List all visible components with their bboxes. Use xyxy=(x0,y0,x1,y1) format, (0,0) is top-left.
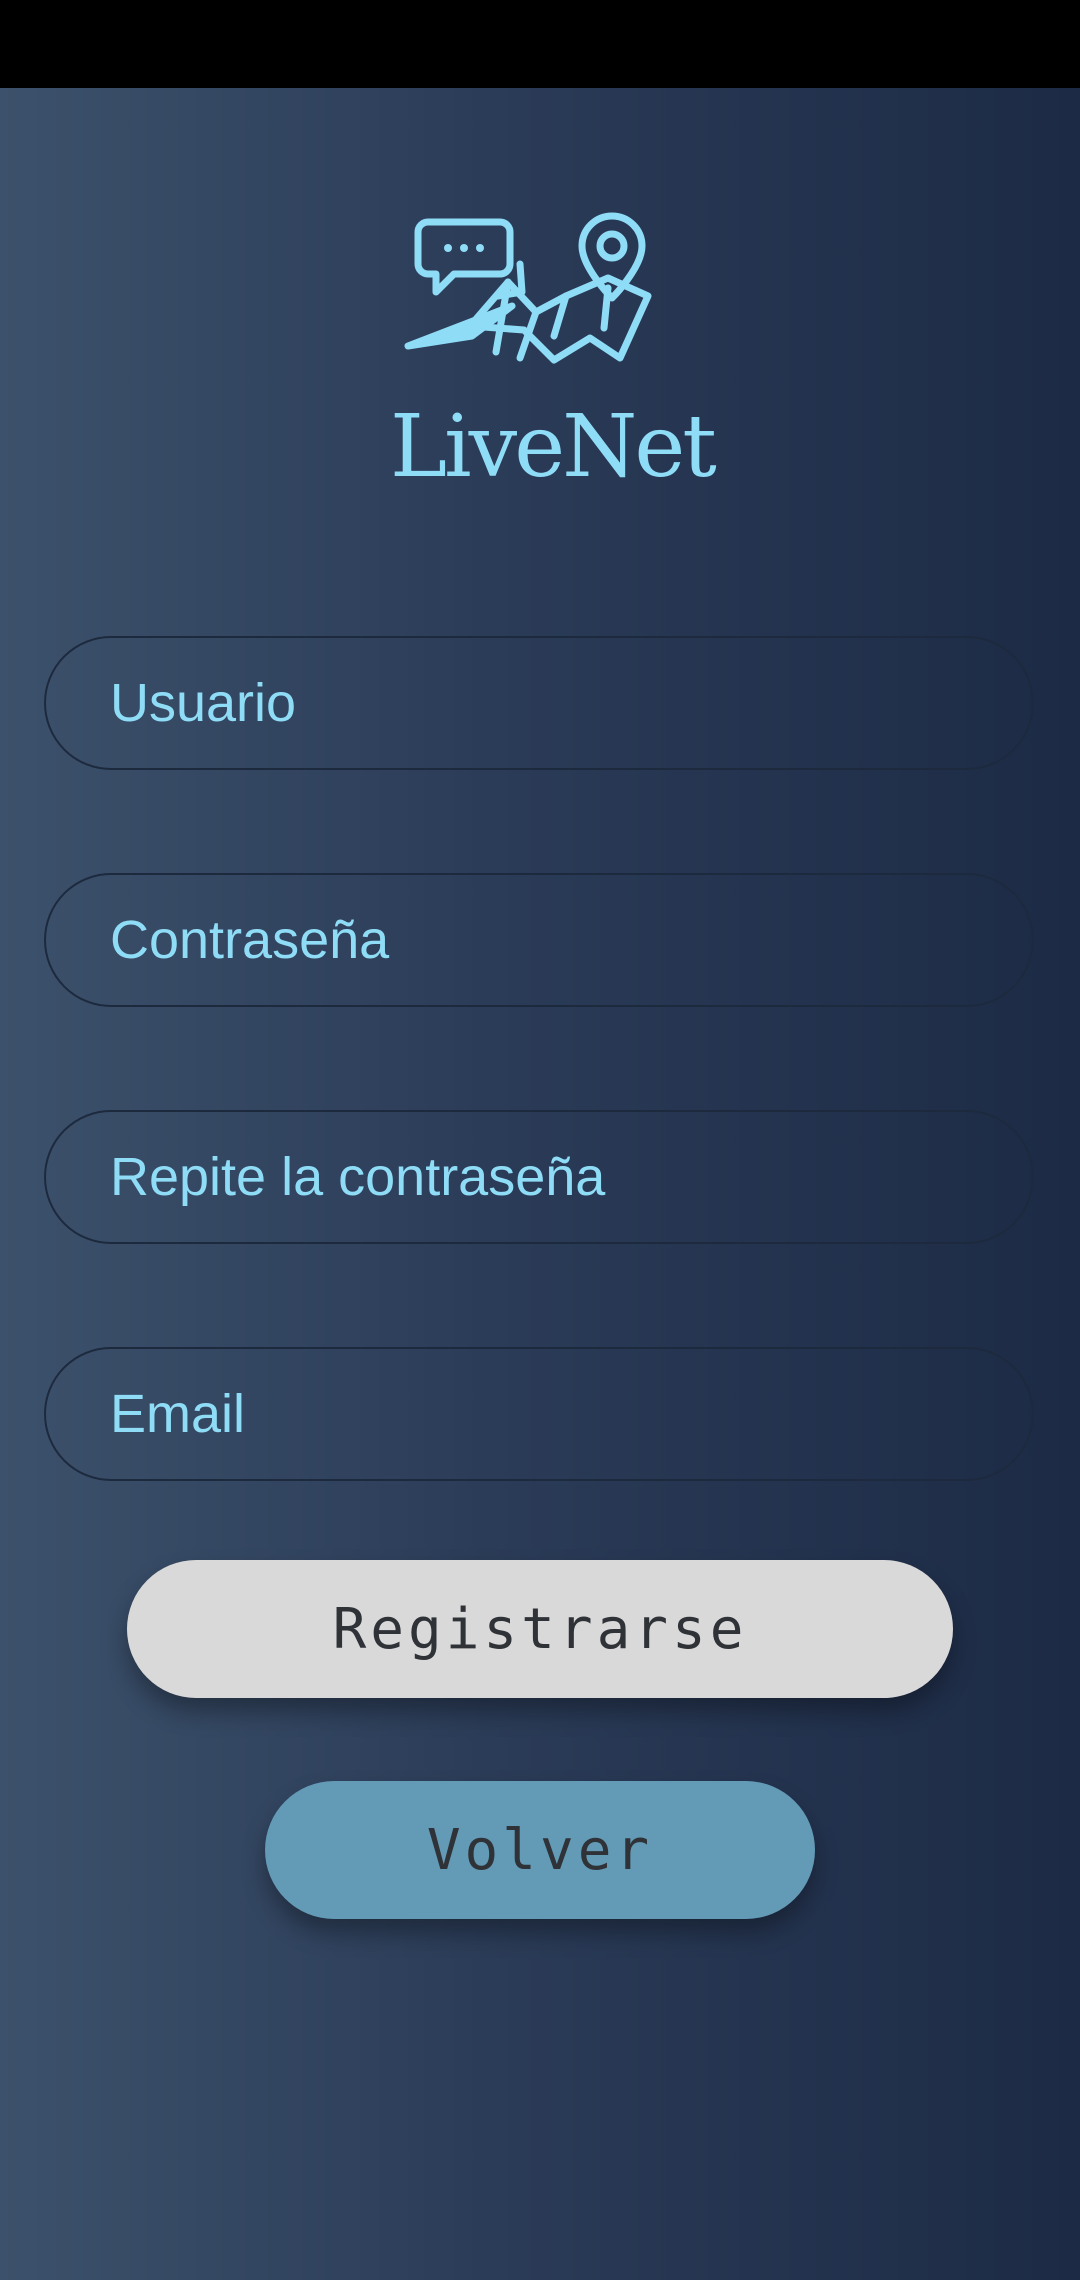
repeat-password-input[interactable] xyxy=(46,1112,1032,1242)
livenet-logo-icon xyxy=(404,212,652,364)
register-screen: LiveNet Registrarse Volver xyxy=(0,88,1080,2280)
email-input[interactable] xyxy=(46,1349,1032,1479)
back-button[interactable]: Volver xyxy=(265,1781,815,1919)
register-button-label: Registrarse xyxy=(332,1596,748,1662)
username-field[interactable] xyxy=(44,636,1034,770)
status-bar xyxy=(0,0,1080,88)
username-input[interactable] xyxy=(46,638,1032,768)
app-name: LiveNet xyxy=(390,397,717,497)
password-input[interactable] xyxy=(46,875,1032,1005)
app-logo: LiveNet xyxy=(390,208,717,608)
password-field[interactable] xyxy=(44,873,1034,1007)
register-button[interactable]: Registrarse xyxy=(127,1560,953,1698)
back-button-label: Volver xyxy=(426,1817,654,1883)
repeat-password-field[interactable] xyxy=(44,1110,1034,1244)
email-field[interactable] xyxy=(44,1347,1034,1481)
